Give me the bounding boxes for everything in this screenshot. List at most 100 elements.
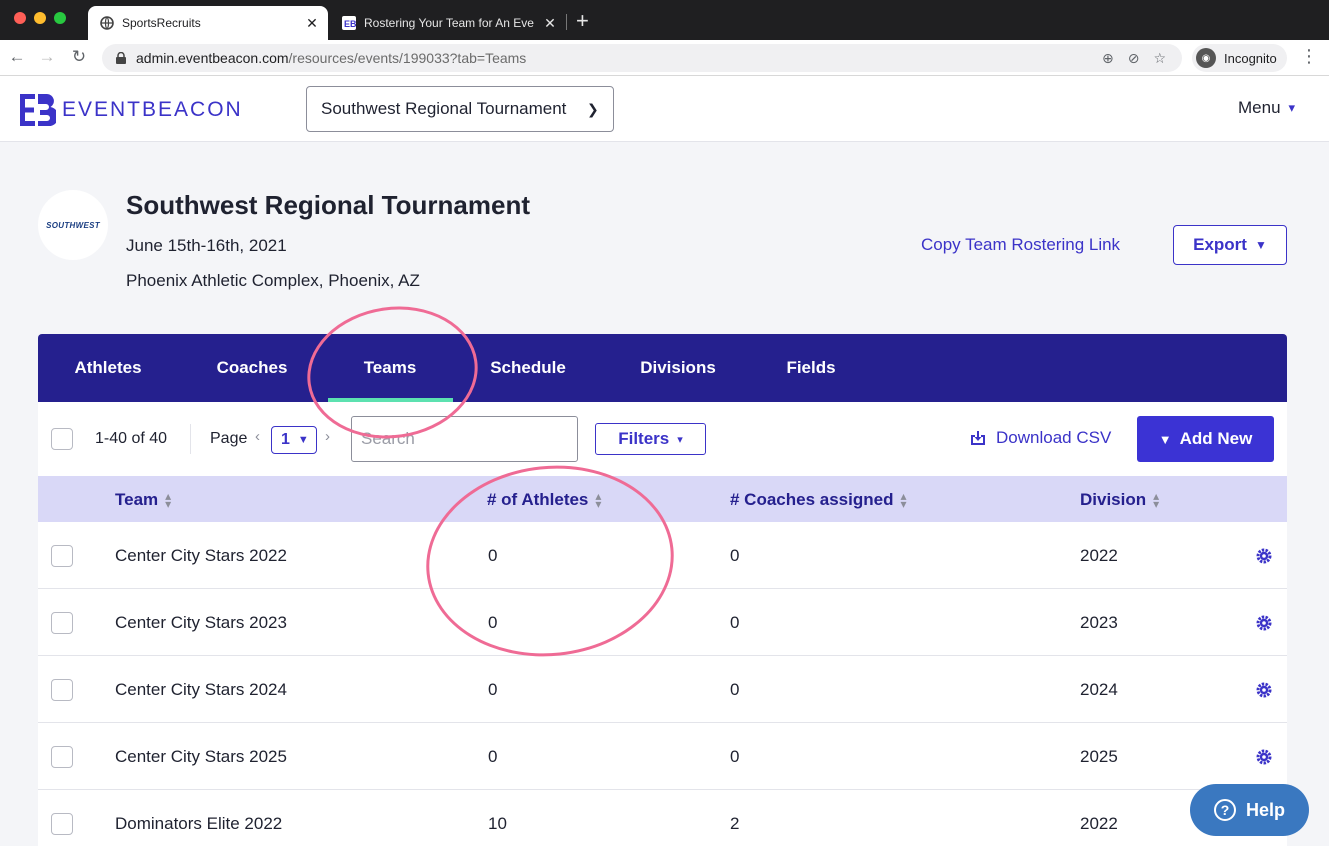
eye-off-icon[interactable]: ⊘	[1128, 50, 1140, 67]
back-icon[interactable]: ←	[6, 46, 28, 68]
eventbeacon-favicon-icon: EB	[342, 16, 356, 30]
add-new-label: Add New	[1179, 429, 1253, 448]
menu-button[interactable]: Menu ▾	[1238, 98, 1295, 118]
download-csv-button[interactable]: Download CSV	[970, 428, 1111, 448]
table-row: Center City Stars 2023 0 0 2023	[38, 589, 1287, 656]
eventbeacon-logo[interactable]: EVENTBEACON	[20, 94, 243, 126]
next-page-icon[interactable]: ›	[325, 428, 330, 445]
window-close-button[interactable]	[14, 12, 26, 24]
row-checkbox[interactable]	[51, 746, 73, 768]
chevron-down-icon: ▾	[677, 433, 683, 446]
chevron-down-icon: ▼	[297, 434, 309, 446]
team-name[interactable]: Dominators Elite 2022	[115, 814, 282, 834]
incognito-label: Incognito	[1224, 50, 1277, 66]
column-header-division[interactable]: Division ▴ ▾	[1080, 490, 1159, 510]
gear-icon[interactable]	[1255, 748, 1273, 766]
event-logo-text: SOUTHWEST	[46, 220, 100, 230]
page-label: Page	[210, 430, 248, 447]
teams-panel: 1-40 of 40 Page ‹ 1 ▼ › Filters ▾ Downlo…	[38, 402, 1287, 846]
menu-label: Menu	[1238, 98, 1281, 117]
app-header: EVENTBEACON Southwest Regional Tournamen…	[0, 76, 1329, 142]
athlete-count: 10	[488, 814, 507, 833]
browser-menu-icon[interactable]: ⋮	[1300, 46, 1318, 67]
chevron-down-icon: ▼	[1254, 238, 1267, 252]
event-date: June 15th-16th, 2021	[126, 236, 287, 255]
division: 2023	[1080, 613, 1118, 632]
chevron-down-icon: ❯	[587, 100, 599, 117]
incognito-badge[interactable]: ◉ Incognito	[1192, 44, 1287, 72]
event-selector-value: Southwest Regional Tournament	[321, 99, 567, 118]
table-row: Dominators Elite 2022 10 2 2022	[38, 790, 1287, 846]
export-label: Export	[1193, 235, 1247, 254]
sort-icon: ▴ ▾	[900, 489, 907, 511]
prev-page-icon[interactable]: ‹	[255, 428, 260, 445]
forward-icon[interactable]: →	[36, 46, 58, 68]
browser-tab-rostering[interactable]: EB Rostering Your Team for An Eve ✕	[330, 6, 566, 40]
address-bar[interactable]: admin.eventbeacon.com/resources/events/1…	[102, 44, 1182, 72]
event-location: Phoenix Athletic Complex, Phoenix, AZ	[126, 271, 420, 290]
gear-icon[interactable]	[1255, 547, 1273, 565]
tab-divider	[566, 14, 567, 30]
division: 2022	[1080, 814, 1118, 833]
column-header-coaches[interactable]: # Coaches assigned ▴ ▾	[730, 490, 907, 510]
sort-icon: ▴ ▾	[165, 489, 172, 511]
tab-athletes[interactable]: Athletes	[58, 334, 158, 402]
row-checkbox[interactable]	[51, 545, 73, 567]
url-path: /resources/events/199033?tab=Teams	[288, 50, 527, 66]
coach-count: 0	[730, 613, 740, 632]
athlete-count: 0	[488, 680, 498, 699]
reload-icon[interactable]: ↻	[68, 46, 90, 68]
column-header-team[interactable]: Team ▴ ▾	[115, 490, 171, 510]
division: 2022	[1080, 546, 1118, 565]
gear-icon[interactable]	[1255, 681, 1273, 699]
page-value: 1	[281, 431, 290, 448]
browser-tab-sportsrecruits[interactable]: SportsRecruits ✕	[88, 6, 328, 40]
row-checkbox[interactable]	[51, 612, 73, 634]
division: 2024	[1080, 680, 1118, 699]
export-button[interactable]: Export ▼	[1173, 225, 1287, 265]
window-maximize-button[interactable]	[54, 12, 66, 24]
section-tabs: Athletes Coaches Teams Schedule Division…	[38, 334, 1287, 402]
brand-wordmark: EVENTBEACON	[62, 98, 243, 121]
team-name[interactable]: Center City Stars 2024	[115, 680, 287, 700]
team-name[interactable]: Center City Stars 2025	[115, 747, 287, 767]
browser-tab-title: SportsRecruits	[122, 16, 201, 30]
download-icon	[971, 431, 985, 445]
tab-divisions[interactable]: Divisions	[628, 334, 728, 402]
result-count: 1-40 of 40	[95, 430, 168, 447]
coach-count: 0	[730, 546, 740, 565]
eventbeacon-mark-icon	[20, 94, 56, 126]
tab-schedule[interactable]: Schedule	[478, 334, 578, 402]
gear-icon[interactable]	[1255, 614, 1273, 632]
tab-coaches[interactable]: Coaches	[202, 334, 302, 402]
svg-text:EB: EB	[344, 19, 356, 29]
star-icon[interactable]: ☆	[1153, 50, 1166, 67]
row-checkbox[interactable]	[51, 679, 73, 701]
table-row: Center City Stars 2025 0 0 2025	[38, 723, 1287, 790]
divider	[190, 424, 191, 454]
team-name[interactable]: Center City Stars 2022	[115, 546, 287, 566]
tab-fields[interactable]: Fields	[766, 334, 856, 402]
page-select[interactable]: 1 ▼	[271, 426, 317, 454]
copy-team-rostering-link[interactable]: Copy Team Rostering Link	[921, 235, 1120, 255]
tab-close-icon[interactable]: ✕	[304, 15, 320, 32]
column-header-label: Team	[115, 490, 159, 509]
window-minimize-button[interactable]	[34, 12, 46, 24]
team-name[interactable]: Center City Stars 2023	[115, 613, 287, 633]
row-checkbox[interactable]	[51, 813, 73, 835]
browser-tab-title: Rostering Your Team for An Eve	[364, 16, 534, 30]
column-header-label: # Coaches assigned	[730, 490, 894, 509]
select-all-checkbox[interactable]	[51, 428, 73, 450]
question-icon: ?	[1213, 799, 1236, 821]
new-tab-icon[interactable]: +	[576, 8, 589, 34]
browser-tab-bar: SportsRecruits ✕ EB Rostering Your Team …	[0, 0, 1329, 40]
chevron-down-icon: ▼	[1158, 431, 1172, 447]
zoom-icon[interactable]: ⊕	[1102, 50, 1114, 67]
add-new-button[interactable]: ▼ Add New	[1137, 416, 1274, 462]
browser-toolbar: ← → ↻ admin.eventbeacon.com/resources/ev…	[0, 40, 1329, 76]
help-button[interactable]: ? Help	[1190, 784, 1309, 836]
event-selector[interactable]: Southwest Regional Tournament ❯	[306, 86, 614, 132]
filters-label: Filters	[618, 429, 670, 448]
tab-close-icon[interactable]: ✕	[542, 15, 558, 32]
filters-button[interactable]: Filters ▾	[595, 423, 706, 455]
